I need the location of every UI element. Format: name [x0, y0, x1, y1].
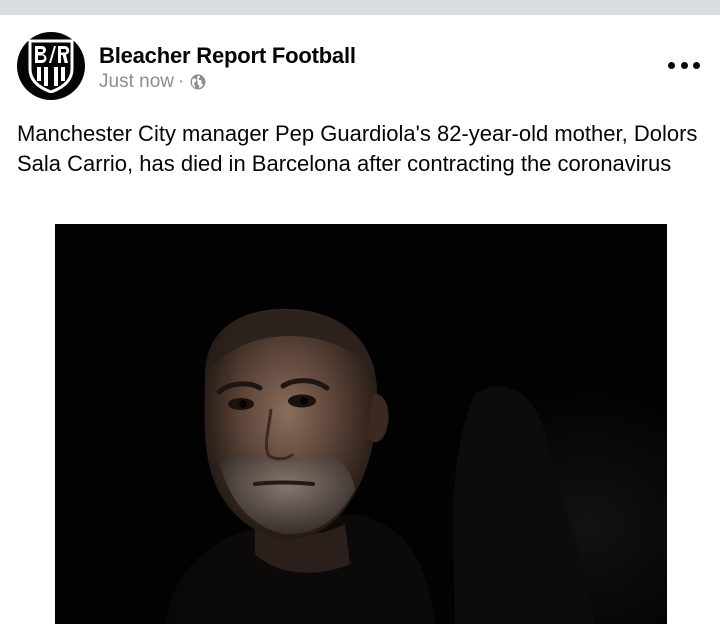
more-dot: [693, 61, 700, 69]
post-meta: Just now ·: [99, 71, 206, 93]
more-options-icon[interactable]: [668, 59, 700, 71]
bleacher-report-logo: [28, 39, 74, 93]
page-avatar[interactable]: [17, 32, 85, 100]
photo-of-man: [55, 224, 667, 624]
meta-separator: ·: [177, 71, 185, 92]
page-name-link[interactable]: Bleacher Report Football: [99, 43, 356, 69]
more-dot: [680, 61, 688, 69]
globe-icon[interactable]: [190, 74, 206, 90]
post-timestamp[interactable]: Just now: [99, 71, 174, 93]
post-header: Bleacher Report Football Just now ·: [0, 15, 720, 110]
post-photo[interactable]: [55, 224, 667, 624]
post-text: Manchester City manager Pep Guardiola's …: [17, 121, 698, 176]
feed-divider: [0, 0, 720, 15]
more-dot: [668, 61, 675, 69]
